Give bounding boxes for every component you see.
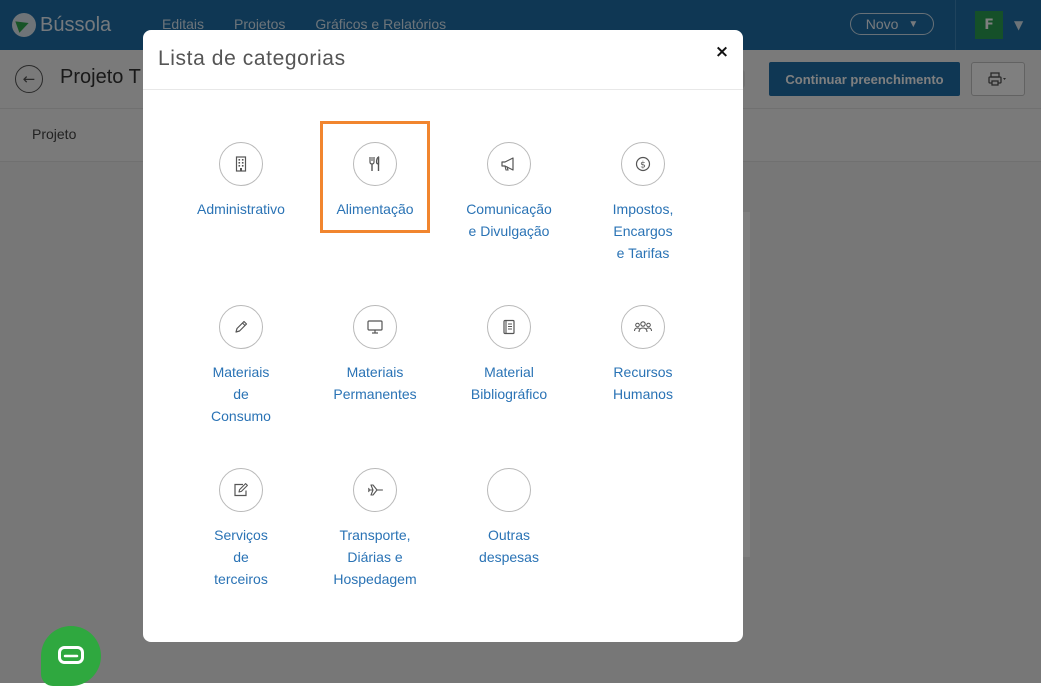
category-label-line: Permanentes <box>333 386 417 402</box>
svg-text:$: $ <box>640 161 646 171</box>
category-label: Impostos, Encargos e Tarifas <box>576 198 710 264</box>
category-label: Recursos Humanos <box>576 361 710 405</box>
category-label: Material Bibliográfico <box>442 361 576 405</box>
category-label: Alimentação <box>308 198 442 220</box>
category-label-line: Humanos <box>613 386 673 402</box>
edit-document-icon <box>234 483 248 497</box>
people-icon <box>634 321 652 333</box>
category-label-line: despesas <box>479 549 539 565</box>
category-icon-circle <box>219 468 263 512</box>
category-icon-circle <box>487 142 531 186</box>
category-icon-circle <box>487 305 531 349</box>
category-label-line: Hospedagem <box>333 571 417 587</box>
category-label-line: Recursos <box>613 364 673 380</box>
category-impostos-encargos-tarifas[interactable]: $ Impostos, Encargos e Tarifas <box>576 142 710 264</box>
book-icon <box>503 319 515 335</box>
category-alimentacao[interactable]: Alimentação <box>308 142 442 220</box>
category-comunicacao-divulgacao[interactable]: Comunicação e Divulgação <box>442 142 576 242</box>
category-label-line: Outras <box>487 527 530 543</box>
category-label-line: Bibliográfico <box>470 386 548 402</box>
monitor-icon <box>367 320 383 334</box>
category-material-bibliografico[interactable]: Material Bibliográfico <box>442 305 576 405</box>
category-icon-circle <box>353 305 397 349</box>
category-label-line: Serviços <box>214 527 268 543</box>
category-label: Outras despesas <box>442 524 576 568</box>
category-icon-circle <box>219 305 263 349</box>
category-label-line: de <box>233 549 249 565</box>
category-icon-circle <box>353 142 397 186</box>
close-icon[interactable]: × <box>713 42 731 62</box>
category-materiais-consumo[interactable]: Materiais de Consumo <box>174 305 308 427</box>
category-label-line: Comunicação <box>466 201 552 217</box>
category-label-line: Impostos, <box>612 201 674 217</box>
category-label-line: e Divulgação <box>468 223 550 239</box>
category-label: Materiais de Consumo <box>174 361 308 427</box>
category-label: Materiais Permanentes <box>308 361 442 405</box>
category-icon-circle <box>621 305 665 349</box>
category-list-modal: Lista de categorias × Administrativo Ali… <box>143 30 743 642</box>
category-outras-despesas[interactable]: Outras despesas <box>442 468 576 568</box>
pencil-icon <box>235 320 248 333</box>
category-materiais-permanentes[interactable]: Materiais Permanentes <box>308 305 442 405</box>
category-label-line: Encargos <box>613 223 673 239</box>
modal-header: Lista de categorias × <box>143 30 743 90</box>
category-label-line: Consumo <box>211 408 271 424</box>
category-label-line: Administrativo <box>197 201 285 217</box>
category-icon-circle <box>219 142 263 186</box>
category-recursos-humanos[interactable]: Recursos Humanos <box>576 305 710 405</box>
megaphone-icon <box>501 157 514 171</box>
category-label: Comunicação e Divulgação <box>442 198 576 242</box>
category-label-line: Material <box>484 364 534 380</box>
dollar-coin-icon: $ <box>635 156 651 172</box>
modal-title: Lista de categorias <box>158 47 346 70</box>
category-label-line: Alimentação <box>336 201 414 217</box>
category-label-line: de <box>233 386 249 402</box>
category-label: Administrativo <box>174 198 308 220</box>
airplane-icon <box>368 484 384 496</box>
category-administrativo[interactable]: Administrativo <box>174 142 308 220</box>
category-icon-circle <box>487 468 531 512</box>
category-label-line: terceiros <box>214 571 268 587</box>
chat-bubble-icon <box>58 646 84 664</box>
category-label-line: Materiais <box>346 364 404 380</box>
building-icon <box>235 156 247 172</box>
utensils-icon <box>369 156 380 171</box>
chat-widget-button[interactable] <box>41 626 101 686</box>
category-label-line: Diárias e <box>347 549 403 565</box>
category-transporte-diarias-hospedagem[interactable]: Transporte, Diárias e Hospedagem <box>308 468 442 590</box>
category-label-line: Transporte, <box>339 527 411 543</box>
category-label-line: e Tarifas <box>616 245 670 261</box>
category-label: Serviços de terceiros <box>174 524 308 590</box>
category-icon-circle: $ <box>621 142 665 186</box>
category-servicos-terceiros[interactable]: Serviços de terceiros <box>174 468 308 590</box>
category-icon-circle <box>353 468 397 512</box>
category-label-line: Materiais <box>212 364 270 380</box>
category-label: Transporte, Diárias e Hospedagem <box>308 524 442 590</box>
